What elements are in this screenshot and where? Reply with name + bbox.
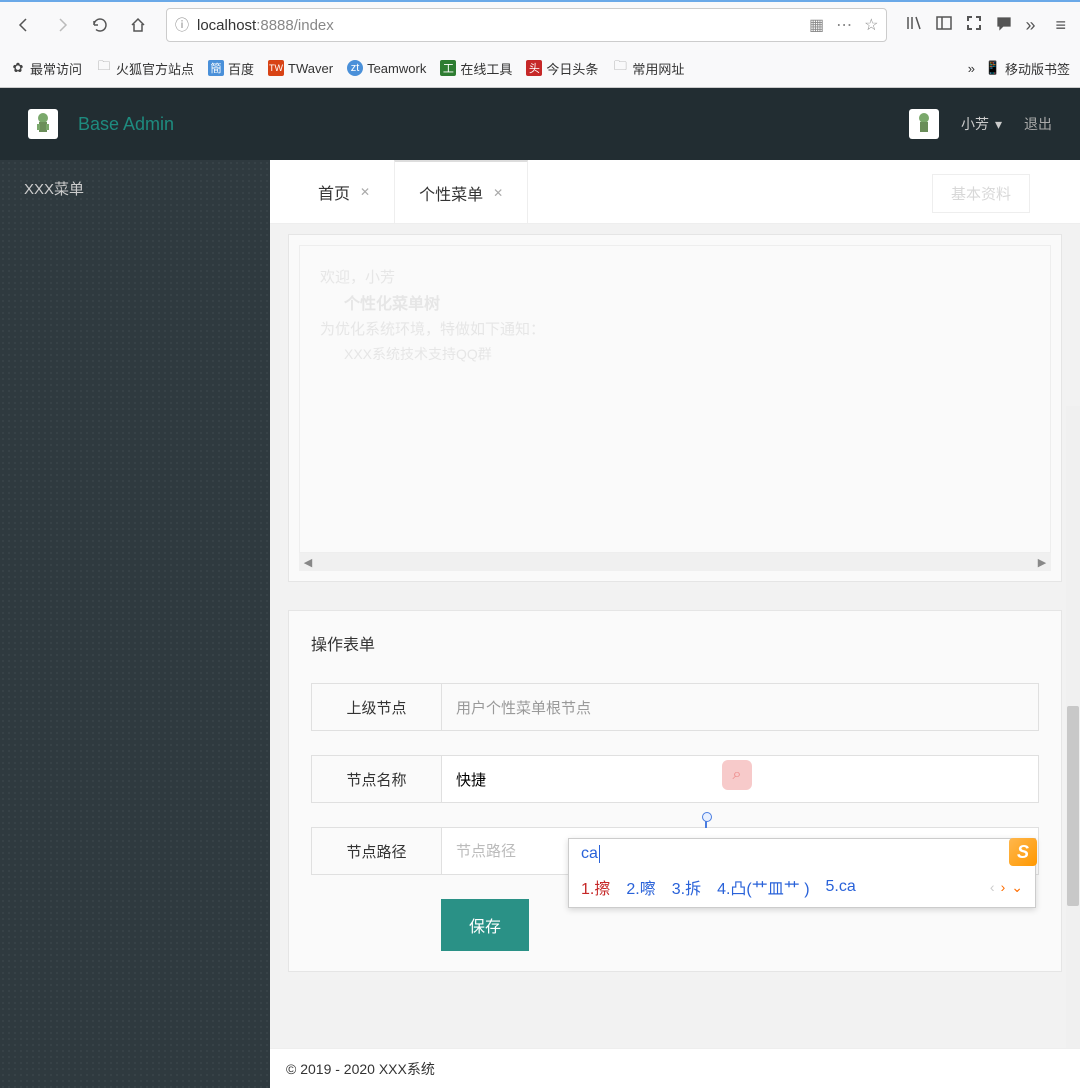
back-button[interactable] xyxy=(8,9,40,41)
scroll-left-icon[interactable]: ◀ xyxy=(299,556,317,569)
ghost-welcome: 欢迎，小芳 xyxy=(320,266,395,287)
ime-prev-icon[interactable]: ‹ xyxy=(990,879,995,896)
ghost-profile-button: 基本资料 xyxy=(932,174,1030,213)
ime-popup: S ca 1.擦 2.嚓 3.拆 4.凸(艹皿艹 ) 5.ca ‹ › ⌄ xyxy=(568,838,1036,908)
bookmark-bar: ✿最常访问 🗀火狐官方站点 簡百度 TWTWaver ztTeamwork 工在… xyxy=(0,48,1080,88)
bookmark-mobile[interactable]: 📱移动版书签 xyxy=(985,59,1070,78)
ime-candidates: 1.擦 2.嚓 3.拆 4.凸(艹皿艹 ) 5.ca ‹ › ⌄ xyxy=(569,869,1035,907)
sidebar-icon[interactable] xyxy=(935,14,953,37)
ime-pagination: ‹ › ⌄ xyxy=(990,879,1023,896)
username-label: 小芳 xyxy=(961,114,989,134)
reload-button[interactable] xyxy=(84,9,116,41)
sogou-ime-logo-icon: S xyxy=(1009,838,1037,866)
screenshot-icon[interactable] xyxy=(965,14,983,37)
tab-home-close-icon[interactable]: ✕ xyxy=(360,185,370,199)
scroll-right-icon[interactable]: ▶ xyxy=(1033,556,1051,569)
ime-composition: ca xyxy=(569,839,1035,869)
parent-node-input[interactable] xyxy=(441,683,1039,731)
footer: © 2019 - 2020 XXX系统 xyxy=(270,1048,1080,1088)
app-header: Base Admin 小芳 ▾ 退出 xyxy=(0,88,1080,160)
form-row-parent: 上级节点 xyxy=(311,683,1039,731)
bookmark-tools[interactable]: 工在线工具 xyxy=(440,59,512,78)
logout-button[interactable]: 退出 xyxy=(1024,114,1052,134)
ghost-tree-title: 个性化菜单树 xyxy=(344,290,440,314)
ime-candidate-2[interactable]: 2.嚓 xyxy=(626,875,655,899)
horizontal-scrollbar[interactable]: ◀ ▶ xyxy=(299,553,1051,571)
sidebar-item-menu1[interactable]: XXX菜单 xyxy=(0,160,270,217)
user-avatar[interactable] xyxy=(909,109,939,139)
bookmark-baidu[interactable]: 簡百度 xyxy=(208,59,254,78)
tab-bar: 首页 ✕ 个性菜单 ✕ 基本资料 xyxy=(270,160,1080,224)
tab-custom-menu[interactable]: 个性菜单 ✕ xyxy=(394,160,528,224)
bookmark-toutiao[interactable]: 头今日头条 xyxy=(526,59,598,78)
sidebar: XXX菜单 xyxy=(0,160,270,1088)
tab-custom-close-icon[interactable]: ✕ xyxy=(493,186,503,200)
ime-candidate-5[interactable]: 5.ca xyxy=(826,878,856,896)
ime-candidate-1[interactable]: 1.擦 xyxy=(581,875,610,899)
scroll-thumb[interactable] xyxy=(1067,706,1079,906)
node-name-label: 节点名称 xyxy=(311,755,441,803)
bookmark-twaver[interactable]: TWTWaver xyxy=(268,60,333,76)
bookmark-star-icon[interactable]: ☆ xyxy=(864,15,878,35)
ime-caret-marker xyxy=(700,804,716,828)
bookmark-firefox[interactable]: 🗀火狐官方站点 xyxy=(96,59,194,78)
tab-custom-label: 个性菜单 xyxy=(419,181,483,205)
browser-chrome: ⓘ localhost:8888/index ▦ ⋯ ☆ » ≡ ✿最常访问 🗀… xyxy=(0,0,1080,88)
bookmark-most-visited[interactable]: ✿最常访问 xyxy=(10,59,82,78)
parent-node-label: 上级节点 xyxy=(311,683,441,731)
form-title: 操作表单 xyxy=(311,631,1039,655)
app-logo xyxy=(28,109,58,139)
url-text: localhost:8888/index xyxy=(197,17,801,34)
main-area: 首页 ✕ 个性菜单 ✕ 基本资料 欢迎，小芳 个性化菜单树 为优化系统环境，特做… xyxy=(270,160,1080,1088)
user-menu[interactable]: 小芳 ▾ xyxy=(961,114,1002,134)
chevron-down-icon: ▾ xyxy=(995,116,1002,133)
forward-button[interactable] xyxy=(46,9,78,41)
tab-home[interactable]: 首页 ✕ xyxy=(294,160,394,224)
copyright-text: © 2019 - 2020 XXX系统 xyxy=(286,1059,435,1079)
tab-home-label: 首页 xyxy=(318,180,350,204)
browser-nav-bar: ⓘ localhost:8888/index ▦ ⋯ ☆ » ≡ xyxy=(0,0,1080,48)
home-button[interactable] xyxy=(122,9,154,41)
ime-candidate-4[interactable]: 4.凸(艹皿艹 ) xyxy=(717,875,809,899)
overflow-icon[interactable]: » xyxy=(1025,15,1035,36)
brand-title: Base Admin xyxy=(78,114,174,135)
bookmark-teamwork[interactable]: ztTeamwork xyxy=(347,60,426,76)
save-button[interactable]: 保存 xyxy=(441,899,529,951)
bookmark-common[interactable]: 🗀常用网址 xyxy=(612,59,684,78)
chat-icon[interactable] xyxy=(995,14,1013,37)
tree-area[interactable]: 欢迎，小芳 个性化菜单树 为优化系统环境，特做如下通知： XXX系统技术支持QQ… xyxy=(299,245,1051,553)
menu-icon[interactable]: ≡ xyxy=(1055,15,1066,36)
qr-icon[interactable]: ▦ xyxy=(809,15,824,35)
ime-candidate-3[interactable]: 3.拆 xyxy=(672,875,701,899)
tree-panel: 欢迎，小芳 个性化菜单树 为优化系统环境，特做如下通知： XXX系统技术支持QQ… xyxy=(288,234,1062,582)
node-path-label: 节点路径 xyxy=(311,827,441,875)
url-bar[interactable]: ⓘ localhost:8888/index ▦ ⋯ ☆ xyxy=(166,8,887,42)
bookmark-overflow-icon[interactable]: » xyxy=(968,61,975,76)
ime-expand-icon[interactable]: ⌄ xyxy=(1011,879,1023,896)
content-area: 欢迎，小芳 个性化菜单树 为优化系统环境，特做如下通知： XXX系统技术支持QQ… xyxy=(270,224,1080,1048)
ime-next-icon[interactable]: › xyxy=(1001,879,1006,896)
form-panel: 操作表单 上级节点 节点名称 节点路径 保存 xyxy=(288,610,1062,972)
library-icon[interactable] xyxy=(905,14,923,37)
ghost-notice: 为优化系统环境，特做如下通知： xyxy=(320,318,545,339)
search-watermark-icon: ⌕ xyxy=(722,760,752,790)
site-info-icon[interactable]: ⓘ xyxy=(175,15,189,35)
vertical-scrollbar[interactable] xyxy=(1066,406,1080,1048)
form-row-name: 节点名称 xyxy=(311,755,1039,803)
page-actions-icon[interactable]: ⋯ xyxy=(836,15,852,35)
ghost-qq: XXX系统技术支持QQ群 xyxy=(344,344,492,364)
